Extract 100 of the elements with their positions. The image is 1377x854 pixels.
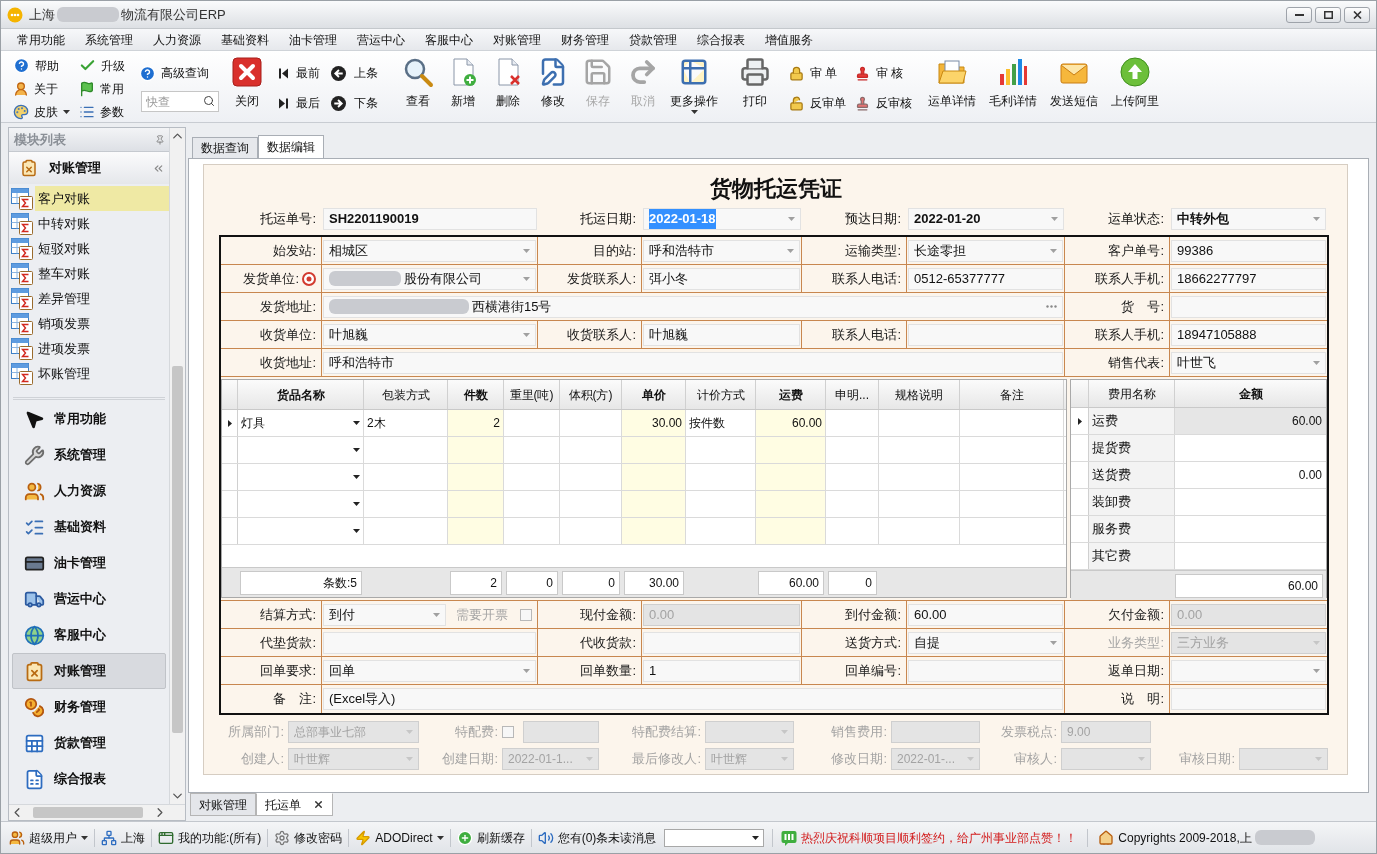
text-field[interactable]: 1	[643, 659, 800, 682]
skin-button[interactable]: 皮肤	[13, 100, 70, 123]
help-button[interactable]: 帮助	[13, 54, 59, 77]
upload-button[interactable]: 上传阿里	[1104, 51, 1165, 119]
module-button[interactable]: 营运中心	[12, 581, 166, 617]
dropdown-field[interactable]	[705, 720, 794, 743]
sidebar-item[interactable]: 差异管理	[9, 286, 169, 311]
column-header[interactable]: 运费	[756, 380, 826, 409]
tab[interactable]: 数据编辑	[258, 135, 324, 159]
menu-item[interactable]: 油卡管理	[289, 30, 337, 49]
text-field[interactable]	[908, 659, 1063, 682]
dropdown-field[interactable]: 相城区	[323, 239, 536, 262]
change-password-button[interactable]: 修改密码	[274, 828, 343, 847]
module-button[interactable]: 系统管理	[12, 437, 166, 473]
text-field[interactable]	[323, 631, 536, 654]
module-button[interactable]: 综合报表	[12, 761, 166, 797]
menu-item[interactable]: 综合报表	[697, 30, 745, 49]
last-record-button[interactable]: 最后	[279, 88, 320, 118]
previous-record-button[interactable]: 上条	[331, 58, 378, 88]
text-field[interactable]: 18662277797	[1171, 267, 1326, 290]
refresh-cache-button[interactable]: 刷新缓存	[456, 828, 525, 847]
menu-item[interactable]: 常用功能	[17, 30, 65, 49]
maximize-button[interactable]	[1315, 6, 1341, 23]
text-field[interactable]: 叶旭巍	[643, 323, 800, 346]
sidebar-item[interactable]: 整车对账	[9, 261, 169, 286]
module-button[interactable]: 人力资源	[12, 473, 166, 509]
waybill-details-button[interactable]: 运单详情	[921, 51, 982, 119]
dropdown-field[interactable]: 长途零担	[908, 239, 1063, 262]
text-field[interactable]: SH2201190019	[323, 208, 537, 230]
column-header[interactable]: 规格说明	[879, 380, 960, 409]
dropdown-cell[interactable]: 灯具	[238, 410, 364, 436]
text-field[interactable]	[1171, 688, 1326, 710]
delete-button[interactable]: 删除	[485, 51, 530, 119]
unaudit-order-button[interactable]: 反审单	[789, 88, 846, 118]
review-button[interactable]: 审 核	[855, 58, 904, 88]
module-button[interactable]: 客服中心	[12, 617, 166, 653]
dropdown-field[interactable]	[664, 828, 765, 847]
minimize-button[interactable]	[1286, 6, 1312, 23]
document-tab[interactable]: 对账管理	[190, 793, 256, 816]
dropdown-field[interactable]	[1239, 747, 1328, 770]
close-form-button[interactable]: 关闭	[227, 51, 267, 119]
parameters-button[interactable]: 参数	[79, 100, 124, 123]
module-button[interactable]: 基础资料	[12, 509, 166, 545]
text-field[interactable]: 西横港街15号	[323, 295, 1063, 318]
send-sms-button[interactable]: 发送短信	[1043, 51, 1104, 119]
column-header[interactable]: 费用名称	[1089, 380, 1175, 407]
view-button[interactable]: 查看	[395, 51, 440, 119]
first-record-button[interactable]: 最前	[279, 58, 320, 88]
dropdown-field[interactable]: 叶世飞	[1171, 351, 1326, 374]
text-field[interactable]	[1171, 295, 1326, 318]
menu-item[interactable]: 系统管理	[85, 30, 133, 49]
sidebar-item[interactable]: 短驳对账	[9, 236, 169, 261]
text-field[interactable]: 60.00	[908, 603, 1063, 626]
upgrade-button[interactable]: 升级	[79, 54, 125, 77]
edit-button[interactable]: 修改	[530, 51, 575, 119]
next-record-button[interactable]: 下条	[331, 88, 378, 118]
text-field[interactable]	[643, 631, 800, 654]
text-field[interactable]: 0512-65377777	[908, 267, 1063, 290]
module-button[interactable]: 对账管理	[12, 653, 166, 689]
column-header[interactable]: 计价方式	[686, 380, 756, 409]
unreview-button[interactable]: 反审核	[855, 88, 912, 118]
menu-item[interactable]: 增值服务	[765, 30, 813, 49]
more-actions-button[interactable]: 更多操作	[665, 51, 723, 119]
menu-item[interactable]: 营运中心	[357, 30, 405, 49]
sidebar-item[interactable]: 进项发票	[9, 336, 169, 361]
text-field[interactable]: 18947105888	[1171, 323, 1326, 346]
column-header[interactable]: 包装方式	[364, 380, 448, 409]
menu-item[interactable]: 基础资料	[221, 30, 269, 49]
dropdown-field[interactable]: 2022-01-20	[908, 208, 1064, 230]
dropdown-field[interactable]: 股份有限公司	[323, 267, 536, 290]
profit-details-button[interactable]: 毛利详情	[982, 51, 1043, 119]
advanced-query-button[interactable]: 高级查询	[139, 63, 209, 83]
location-button[interactable]: 上海	[101, 828, 145, 847]
tab[interactable]: 数据查询	[192, 137, 258, 159]
text-field[interactable]	[908, 323, 1063, 346]
column-header[interactable]: 申明...	[826, 380, 879, 409]
menu-item[interactable]: 客服中心	[425, 30, 473, 49]
text-field[interactable]	[891, 720, 980, 743]
column-header[interactable]: 金额	[1175, 380, 1326, 407]
text-field[interactable]: 弭小冬	[643, 267, 800, 290]
column-header[interactable]: 体积(方)	[560, 380, 622, 409]
print-button[interactable]: 打印	[733, 51, 777, 119]
module-button[interactable]: 油卡管理	[12, 545, 166, 581]
favorites-button[interactable]: 常用	[79, 77, 124, 100]
menu-item[interactable]: 人力资源	[153, 30, 201, 49]
quick-search-field[interactable]: 快查	[141, 91, 219, 112]
dropdown-field[interactable]: 叶旭巍	[323, 323, 536, 346]
column-header[interactable]: 单价	[622, 380, 686, 409]
dropdown-field[interactable]: 回单	[323, 659, 536, 682]
column-header[interactable]: 货品名称	[238, 380, 364, 409]
text-field[interactable]: 99386	[1171, 239, 1326, 262]
audit-order-button[interactable]: 审 单	[789, 58, 838, 88]
text-field[interactable]: (Excel导入)	[323, 688, 1063, 710]
dropdown-field[interactable]: 中转外包	[1171, 208, 1326, 230]
menu-item[interactable]: 财务管理	[561, 30, 609, 49]
about-button[interactable]: 关于	[13, 77, 58, 100]
column-header[interactable]: 重里(吨)	[504, 380, 560, 409]
menu-item[interactable]: 对账管理	[493, 30, 541, 49]
sidebar-item[interactable]: 销项发票	[9, 311, 169, 336]
sidebar-item[interactable]: 坏账管理	[9, 361, 169, 386]
